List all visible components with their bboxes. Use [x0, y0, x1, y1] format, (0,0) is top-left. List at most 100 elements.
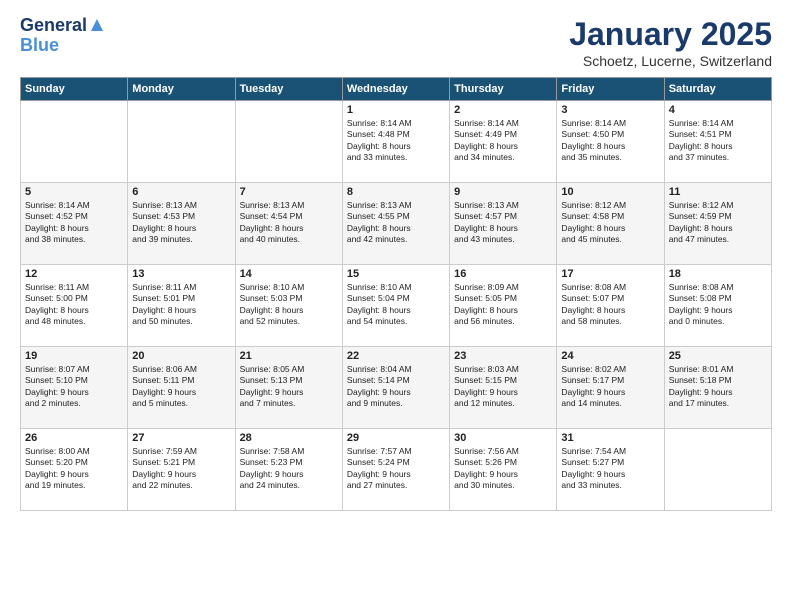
day-number: 27	[132, 432, 230, 444]
table-row: 16Sunrise: 8:09 AMSunset: 5:05 PMDayligh…	[450, 265, 557, 347]
table-row: 14 Sunrise: 8:10 AMSunset: 5:03 PMDayligh…	[235, 265, 342, 347]
calendar-header-row: Sunday Monday Tuesday Wednesday Thursday…	[21, 78, 772, 101]
day-number: 1	[347, 104, 445, 116]
table-row: 13 Sunrise: 8:11 AMSunset: 5:01 PMDayligh…	[128, 265, 235, 347]
day-info: Sunrise: 8:12 AMSunset: 4:59 PMDaylight:…	[669, 200, 767, 246]
table-row: 27 Sunrise: 7:59 AMSunset: 5:21 PMDayligh…	[128, 429, 235, 511]
day-info: Sunrise: 8:02 AMSunset: 5:17 PMDaylight:…	[561, 364, 659, 410]
table-row: 3Sunrise: 8:14 AMSunset: 4:50 PMDaylight…	[557, 101, 664, 183]
subtitle: Schoetz, Lucerne, Switzerland	[569, 53, 772, 69]
table-row: 31Sunrise: 7:54 AMSunset: 5:27 PMDayligh…	[557, 429, 664, 511]
day-info: Sunrise: 8:14 AMSunset: 4:51 PMDaylight:…	[669, 118, 767, 164]
table-row	[21, 101, 128, 183]
day-info: Sunrise: 8:11 AMSunset: 5:00 PMDaylight:…	[25, 282, 123, 328]
table-row: 28 Sunrise: 7:58 AMSunset: 5:23 PMDayligh…	[235, 429, 342, 511]
calendar-week-row: 26 Sunrise: 8:00 AMSunset: 5:20 PMDayligh…	[21, 429, 772, 511]
table-row: 9 Sunrise: 8:13 AMSunset: 4:57 PMDaylight…	[450, 183, 557, 265]
day-info: Sunrise: 8:04 AMSunset: 5:14 PMDaylight:…	[347, 364, 445, 410]
day-info: Sunrise: 7:54 AMSunset: 5:27 PMDaylight:…	[561, 446, 659, 492]
col-saturday: Saturday	[664, 78, 771, 101]
day-info: Sunrise: 8:14 AMSunset: 4:52 PMDaylight:…	[25, 200, 123, 246]
table-row: 17Sunrise: 8:08 AMSunset: 5:07 PMDayligh…	[557, 265, 664, 347]
calendar: Sunday Monday Tuesday Wednesday Thursday…	[20, 77, 772, 511]
title-block: January 2025 Schoetz, Lucerne, Switzerla…	[569, 16, 772, 69]
day-info: Sunrise: 8:13 AMSunset: 4:57 PMDaylight:…	[454, 200, 552, 246]
table-row: 26 Sunrise: 8:00 AMSunset: 5:20 PMDayligh…	[21, 429, 128, 511]
day-number: 9	[454, 186, 552, 198]
table-row: 20Sunrise: 8:06 AMSunset: 5:11 PMDayligh…	[128, 347, 235, 429]
table-row: 21 Sunrise: 8:05 AMSunset: 5:13 PMDayligh…	[235, 347, 342, 429]
page: General Blue January 2025 Schoetz, Lucer…	[0, 0, 792, 612]
day-info: Sunrise: 8:10 AMSunset: 5:03 PMDaylight:…	[240, 282, 338, 328]
col-monday: Monday	[128, 78, 235, 101]
table-row: 22 Sunrise: 8:04 AMSunset: 5:14 PMDayligh…	[342, 347, 449, 429]
logo-icon	[89, 17, 105, 33]
table-row: 5 Sunrise: 8:14 AMSunset: 4:52 PMDaylight…	[21, 183, 128, 265]
day-number: 22	[347, 350, 445, 362]
table-row: 6Sunrise: 8:13 AMSunset: 4:53 PMDaylight…	[128, 183, 235, 265]
day-number: 4	[669, 104, 767, 116]
day-info: Sunrise: 8:14 AMSunset: 4:50 PMDaylight:…	[561, 118, 659, 164]
day-info: Sunrise: 8:08 AMSunset: 5:07 PMDaylight:…	[561, 282, 659, 328]
day-info: Sunrise: 7:57 AMSunset: 5:24 PMDaylight:…	[347, 446, 445, 492]
table-row: 25 Sunrise: 8:01 AMSunset: 5:18 PMDayligh…	[664, 347, 771, 429]
col-sunday: Sunday	[21, 78, 128, 101]
table-row: 29 Sunrise: 7:57 AMSunset: 5:24 PMDayligh…	[342, 429, 449, 511]
day-number: 21	[240, 350, 338, 362]
logo-general: General	[20, 16, 87, 36]
day-number: 12	[25, 268, 123, 280]
table-row: 24 Sunrise: 8:02 AMSunset: 5:17 PMDayligh…	[557, 347, 664, 429]
day-info: Sunrise: 7:59 AMSunset: 5:21 PMDaylight:…	[132, 446, 230, 492]
table-row: 11 Sunrise: 8:12 AMSunset: 4:59 PMDayligh…	[664, 183, 771, 265]
table-row: 30 Sunrise: 7:56 AMSunset: 5:26 PMDayligh…	[450, 429, 557, 511]
logo-blue: Blue	[20, 36, 59, 56]
col-tuesday: Tuesday	[235, 78, 342, 101]
day-number: 10	[561, 186, 659, 198]
day-number: 11	[669, 186, 767, 198]
day-number: 25	[669, 350, 767, 362]
day-number: 18	[669, 268, 767, 280]
day-info: Sunrise: 7:56 AMSunset: 5:26 PMDaylight:…	[454, 446, 552, 492]
day-info: Sunrise: 8:12 AMSunset: 4:58 PMDaylight:…	[561, 200, 659, 246]
table-row: 19 Sunrise: 8:07 AMSunset: 5:10 PMDayligh…	[21, 347, 128, 429]
table-row	[235, 101, 342, 183]
day-info: Sunrise: 8:01 AMSunset: 5:18 PMDaylight:…	[669, 364, 767, 410]
day-info: Sunrise: 8:06 AMSunset: 5:11 PMDaylight:…	[132, 364, 230, 410]
day-number: 24	[561, 350, 659, 362]
col-friday: Friday	[557, 78, 664, 101]
day-info: Sunrise: 8:11 AMSunset: 5:01 PMDaylight:…	[132, 282, 230, 328]
day-info: Sunrise: 8:08 AMSunset: 5:08 PMDaylight:…	[669, 282, 767, 328]
day-number: 28	[240, 432, 338, 444]
header: General Blue January 2025 Schoetz, Lucer…	[20, 16, 772, 69]
day-info: Sunrise: 8:07 AMSunset: 5:10 PMDaylight:…	[25, 364, 123, 410]
day-number: 13	[132, 268, 230, 280]
day-info: Sunrise: 8:09 AMSunset: 5:05 PMDaylight:…	[454, 282, 552, 328]
calendar-week-row: 5 Sunrise: 8:14 AMSunset: 4:52 PMDaylight…	[21, 183, 772, 265]
table-row: 4 Sunrise: 8:14 AMSunset: 4:51 PMDaylight…	[664, 101, 771, 183]
day-info: Sunrise: 8:10 AMSunset: 5:04 PMDaylight:…	[347, 282, 445, 328]
logo: General Blue	[20, 16, 105, 56]
table-row	[664, 429, 771, 511]
day-info: Sunrise: 7:58 AMSunset: 5:23 PMDaylight:…	[240, 446, 338, 492]
day-info: Sunrise: 8:00 AMSunset: 5:20 PMDaylight:…	[25, 446, 123, 492]
day-info: Sunrise: 8:13 AMSunset: 4:53 PMDaylight:…	[132, 200, 230, 246]
day-number: 30	[454, 432, 552, 444]
day-number: 23	[454, 350, 552, 362]
day-number: 29	[347, 432, 445, 444]
day-number: 5	[25, 186, 123, 198]
table-row: 23 Sunrise: 8:03 AMSunset: 5:15 PMDayligh…	[450, 347, 557, 429]
day-info: Sunrise: 8:05 AMSunset: 5:13 PMDaylight:…	[240, 364, 338, 410]
day-number: 19	[25, 350, 123, 362]
day-info: Sunrise: 8:03 AMSunset: 5:15 PMDaylight:…	[454, 364, 552, 410]
day-info: Sunrise: 8:14 AMSunset: 4:49 PMDaylight:…	[454, 118, 552, 164]
table-row	[128, 101, 235, 183]
calendar-week-row: 12 Sunrise: 8:11 AMSunset: 5:00 PMDayligh…	[21, 265, 772, 347]
day-info: Sunrise: 8:13 AMSunset: 4:54 PMDaylight:…	[240, 200, 338, 246]
table-row: 8Sunrise: 8:13 AMSunset: 4:55 PMDaylight…	[342, 183, 449, 265]
day-number: 26	[25, 432, 123, 444]
table-row: 2Sunrise: 8:14 AMSunset: 4:49 PMDaylight…	[450, 101, 557, 183]
day-number: 7	[240, 186, 338, 198]
table-row: 10 Sunrise: 8:12 AMSunset: 4:58 PMDayligh…	[557, 183, 664, 265]
table-row: 1Sunrise: 8:14 AMSunset: 4:48 PMDaylight…	[342, 101, 449, 183]
day-number: 14	[240, 268, 338, 280]
